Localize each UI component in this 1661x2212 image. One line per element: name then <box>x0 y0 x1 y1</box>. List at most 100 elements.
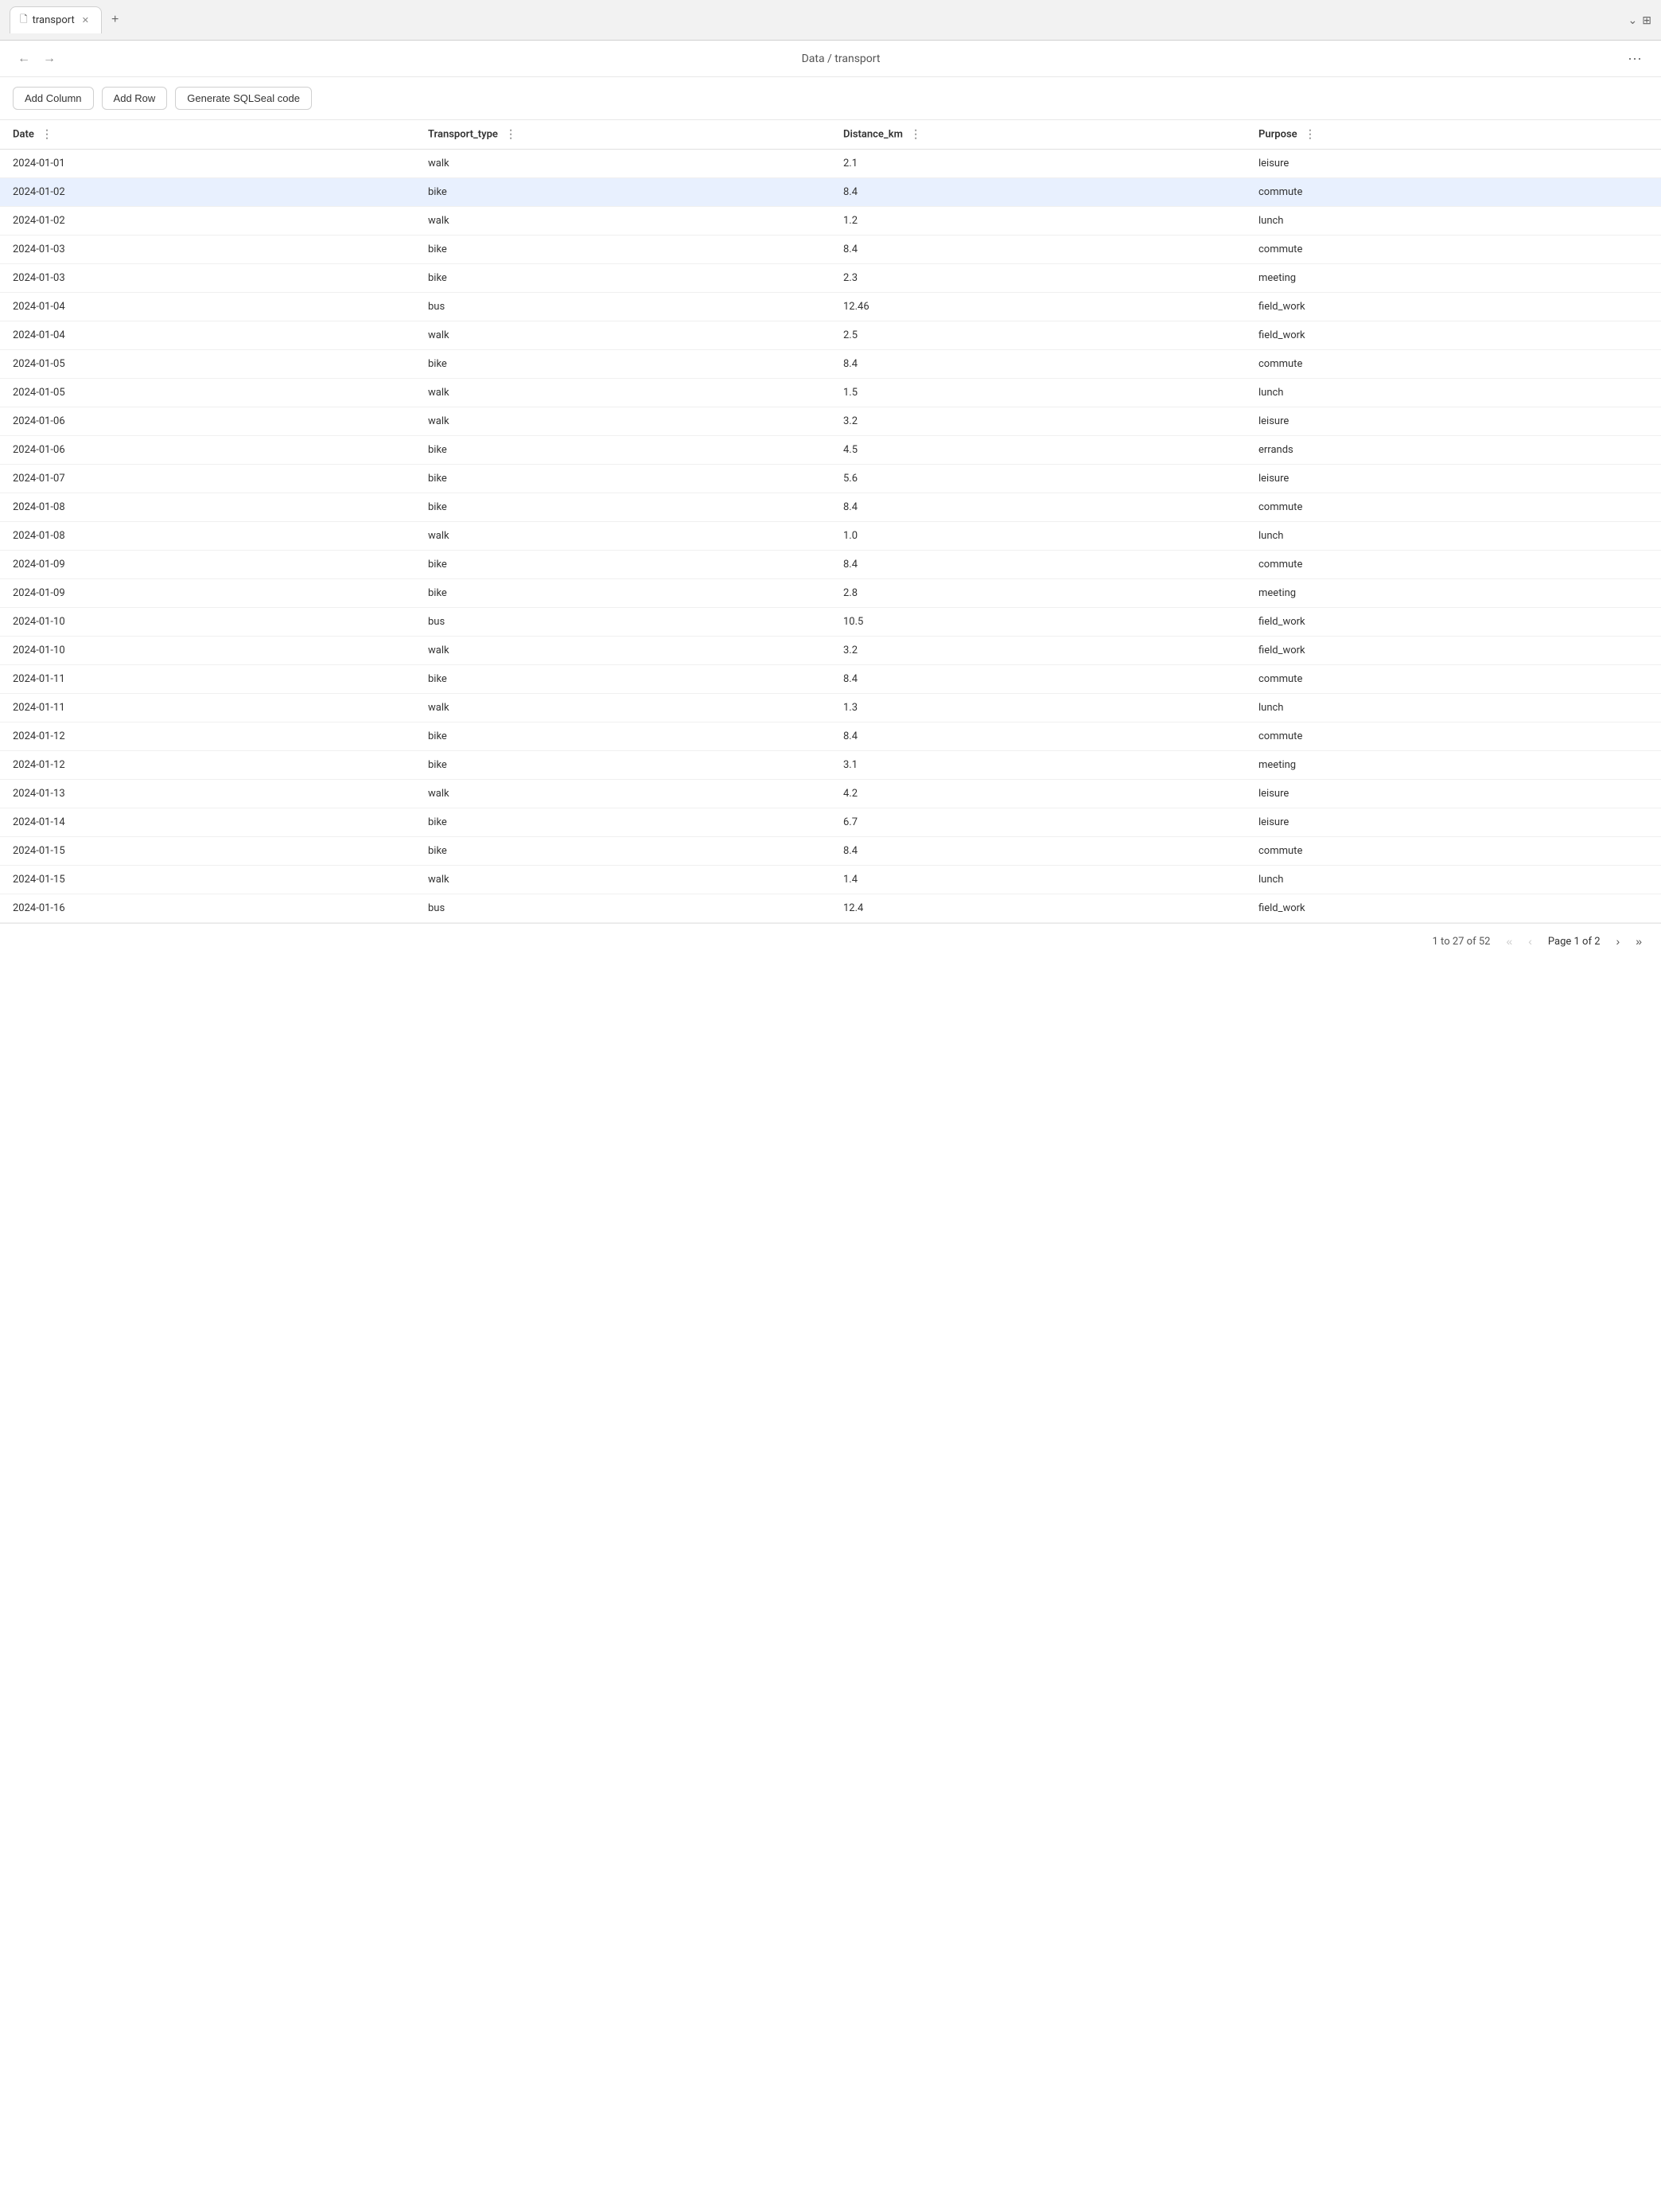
cell-transport_type-22[interactable]: walk <box>415 780 830 808</box>
cell-transport_type-4[interactable]: bike <box>415 264 830 293</box>
table-row[interactable]: 2024-01-10walk3.2field_work <box>0 637 1661 665</box>
cell-distance_km-2[interactable]: 1.2 <box>830 207 1246 236</box>
cell-date-10[interactable]: 2024-01-06 <box>0 436 415 465</box>
cell-date-22[interactable]: 2024-01-13 <box>0 780 415 808</box>
cell-purpose-7[interactable]: commute <box>1246 350 1661 379</box>
cell-distance_km-4[interactable]: 2.3 <box>830 264 1246 293</box>
table-row[interactable]: 2024-01-12bike8.4commute <box>0 722 1661 751</box>
cell-purpose-12[interactable]: commute <box>1246 493 1661 522</box>
cell-date-20[interactable]: 2024-01-12 <box>0 722 415 751</box>
cell-purpose-14[interactable]: commute <box>1246 551 1661 579</box>
table-row[interactable]: 2024-01-04walk2.5field_work <box>0 321 1661 350</box>
column-menu-icon-date[interactable]: ⋮ <box>41 128 53 141</box>
cell-date-7[interactable]: 2024-01-05 <box>0 350 415 379</box>
back-button[interactable]: ← <box>13 49 35 69</box>
cell-date-26[interactable]: 2024-01-16 <box>0 894 415 923</box>
cell-purpose-8[interactable]: lunch <box>1246 379 1661 407</box>
cell-transport_type-5[interactable]: bus <box>415 293 830 321</box>
cell-date-23[interactable]: 2024-01-14 <box>0 808 415 837</box>
cell-purpose-25[interactable]: lunch <box>1246 866 1661 894</box>
cell-transport_type-15[interactable]: bike <box>415 579 830 608</box>
cell-transport_type-18[interactable]: bike <box>415 665 830 694</box>
cell-distance_km-16[interactable]: 10.5 <box>830 608 1246 637</box>
cell-transport_type-10[interactable]: bike <box>415 436 830 465</box>
table-row[interactable]: 2024-01-06bike4.5errands <box>0 436 1661 465</box>
cell-distance_km-7[interactable]: 8.4 <box>830 350 1246 379</box>
browser-chevron-down[interactable]: ⌄ <box>1628 14 1638 27</box>
cell-purpose-9[interactable]: leisure <box>1246 407 1661 436</box>
generate-sql-button[interactable]: Generate SQLSeal code <box>175 87 312 110</box>
cell-transport_type-20[interactable]: bike <box>415 722 830 751</box>
column-menu-icon-distance[interactable]: ⋮ <box>910 128 921 141</box>
cell-transport_type-3[interactable]: bike <box>415 236 830 264</box>
table-row[interactable]: 2024-01-04bus12.46field_work <box>0 293 1661 321</box>
table-row[interactable]: 2024-01-15bike8.4commute <box>0 837 1661 866</box>
table-row[interactable]: 2024-01-07bike5.6leisure <box>0 465 1661 493</box>
cell-purpose-18[interactable]: commute <box>1246 665 1661 694</box>
column-menu-icon-purpose[interactable]: ⋮ <box>1305 128 1316 141</box>
cell-purpose-6[interactable]: field_work <box>1246 321 1661 350</box>
cell-transport_type-21[interactable]: bike <box>415 751 830 780</box>
table-row[interactable]: 2024-01-02bike8.4commute <box>0 178 1661 207</box>
cell-purpose-1[interactable]: commute <box>1246 178 1661 207</box>
cell-transport_type-23[interactable]: bike <box>415 808 830 837</box>
table-row[interactable]: 2024-01-06walk3.2leisure <box>0 407 1661 436</box>
column-header-transport-type[interactable]: Transport_type ⋮ <box>415 120 830 150</box>
cell-transport_type-2[interactable]: walk <box>415 207 830 236</box>
cell-purpose-5[interactable]: field_work <box>1246 293 1661 321</box>
cell-transport_type-6[interactable]: walk <box>415 321 830 350</box>
table-row[interactable]: 2024-01-11bike8.4commute <box>0 665 1661 694</box>
cell-transport_type-26[interactable]: bus <box>415 894 830 923</box>
cell-transport_type-0[interactable]: walk <box>415 150 830 178</box>
cell-purpose-19[interactable]: lunch <box>1246 694 1661 722</box>
cell-purpose-21[interactable]: meeting <box>1246 751 1661 780</box>
table-row[interactable]: 2024-01-14bike6.7leisure <box>0 808 1661 837</box>
column-header-purpose[interactable]: Purpose ⋮ <box>1246 120 1661 150</box>
cell-date-14[interactable]: 2024-01-09 <box>0 551 415 579</box>
table-row[interactable]: 2024-01-05bike8.4commute <box>0 350 1661 379</box>
cell-date-9[interactable]: 2024-01-06 <box>0 407 415 436</box>
table-row[interactable]: 2024-01-09bike2.8meeting <box>0 579 1661 608</box>
cell-transport_type-12[interactable]: bike <box>415 493 830 522</box>
last-page-button[interactable]: » <box>1629 932 1648 951</box>
cell-distance_km-9[interactable]: 3.2 <box>830 407 1246 436</box>
add-column-button[interactable]: Add Column <box>13 87 94 110</box>
cell-purpose-17[interactable]: field_work <box>1246 637 1661 665</box>
cell-purpose-20[interactable]: commute <box>1246 722 1661 751</box>
table-row[interactable]: 2024-01-13walk4.2leisure <box>0 780 1661 808</box>
cell-transport_type-24[interactable]: bike <box>415 837 830 866</box>
prev-page-button[interactable]: ‹ <box>1522 932 1538 951</box>
table-row[interactable]: 2024-01-10bus10.5field_work <box>0 608 1661 637</box>
cell-date-25[interactable]: 2024-01-15 <box>0 866 415 894</box>
cell-transport_type-13[interactable]: walk <box>415 522 830 551</box>
cell-distance_km-22[interactable]: 4.2 <box>830 780 1246 808</box>
cell-purpose-23[interactable]: leisure <box>1246 808 1661 837</box>
cell-distance_km-26[interactable]: 12.4 <box>830 894 1246 923</box>
cell-distance_km-0[interactable]: 2.1 <box>830 150 1246 178</box>
table-row[interactable]: 2024-01-16bus12.4field_work <box>0 894 1661 923</box>
column-menu-icon-transport[interactable]: ⋮ <box>505 128 516 141</box>
cell-transport_type-7[interactable]: bike <box>415 350 830 379</box>
cell-transport_type-17[interactable]: walk <box>415 637 830 665</box>
cell-distance_km-24[interactable]: 8.4 <box>830 837 1246 866</box>
cell-purpose-11[interactable]: leisure <box>1246 465 1661 493</box>
cell-distance_km-12[interactable]: 8.4 <box>830 493 1246 522</box>
cell-distance_km-3[interactable]: 8.4 <box>830 236 1246 264</box>
active-tab[interactable]: 🗋 transport ✕ <box>10 6 102 33</box>
cell-distance_km-13[interactable]: 1.0 <box>830 522 1246 551</box>
cell-date-6[interactable]: 2024-01-04 <box>0 321 415 350</box>
cell-distance_km-19[interactable]: 1.3 <box>830 694 1246 722</box>
cell-distance_km-25[interactable]: 1.4 <box>830 866 1246 894</box>
table-row[interactable]: 2024-01-12bike3.1meeting <box>0 751 1661 780</box>
cell-purpose-22[interactable]: leisure <box>1246 780 1661 808</box>
cell-transport_type-1[interactable]: bike <box>415 178 830 207</box>
cell-date-1[interactable]: 2024-01-02 <box>0 178 415 207</box>
cell-date-11[interactable]: 2024-01-07 <box>0 465 415 493</box>
cell-date-0[interactable]: 2024-01-01 <box>0 150 415 178</box>
cell-date-24[interactable]: 2024-01-15 <box>0 837 415 866</box>
cell-distance_km-21[interactable]: 3.1 <box>830 751 1246 780</box>
cell-distance_km-11[interactable]: 5.6 <box>830 465 1246 493</box>
cell-date-16[interactable]: 2024-01-10 <box>0 608 415 637</box>
cell-distance_km-15[interactable]: 2.8 <box>830 579 1246 608</box>
table-row[interactable]: 2024-01-03bike2.3meeting <box>0 264 1661 293</box>
